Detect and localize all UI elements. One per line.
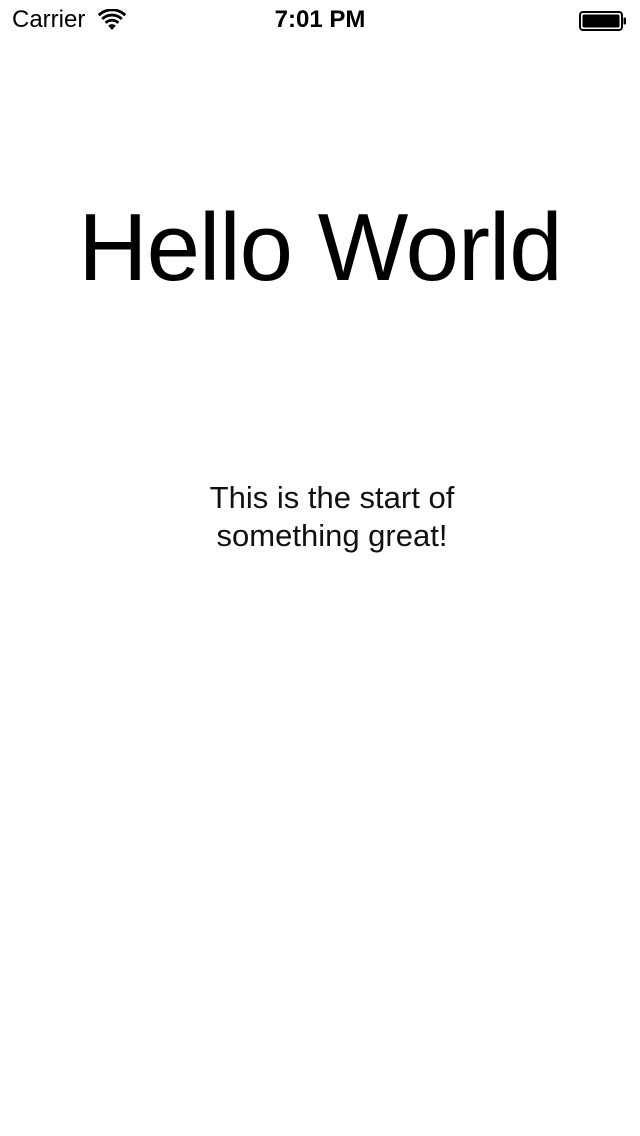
- hello-title: Hello World: [78, 194, 562, 301]
- battery-icon: [579, 11, 626, 31]
- app-screen: Carrier 7:01 PM Hello World This is the …: [0, 0, 640, 1136]
- status-bar: Carrier 7:01 PM: [0, 0, 640, 40]
- status-time: 7:01 PM: [274, 6, 366, 33]
- subtitle-text: This is the start of something great!: [209, 480, 455, 553]
